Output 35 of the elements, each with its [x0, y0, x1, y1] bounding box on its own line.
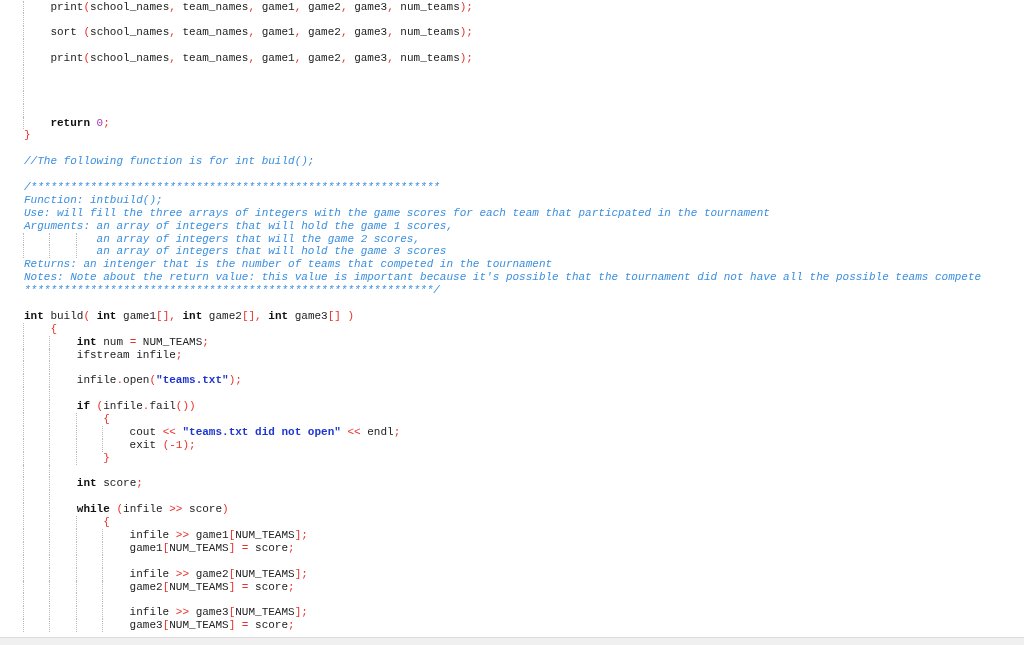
code-line: }	[24, 129, 31, 142]
code-line: Use: will fill the three arrays of integers with the game scores for each team that particpated in the tournament	[24, 206, 770, 219]
scrollbar-track[interactable]	[0, 637, 1024, 645]
code-line: an array of integers that will hold the game 3 scores	[95, 245, 447, 258]
code-line: Notes: Note about the return value: this value is important because it's possible that the tournament did not have all the possible teams compete	[24, 271, 982, 284]
code-line: infile.open("teams.txt");	[75, 374, 242, 387]
code-line: while (infile >> score)	[75, 503, 229, 516]
code-line: Arguments: an array of integers that will hold the game 1 scores,	[24, 219, 454, 232]
code-line: //The following function is for int build();	[24, 155, 315, 168]
code-line: infile >> game3[NUM_TEAMS];	[128, 606, 308, 619]
code-line: }	[102, 451, 110, 464]
code-line: print(school_names, team_names, game1, game2, game3, num_teams);	[49, 52, 473, 65]
code-line: game1[NUM_TEAMS] = score;	[128, 541, 295, 554]
code-line: game2[NUM_TEAMS] = score;	[128, 580, 295, 593]
code-line: an array of integers that will the game 2 scores,	[95, 232, 421, 245]
code-line: return 0;	[49, 116, 110, 129]
code-line: Function: intbuild();	[24, 193, 163, 206]
code-line: infile >> game2[NUM_TEAMS];	[128, 567, 308, 580]
code-line: {	[49, 322, 57, 335]
code-line: if (infile.fail())	[75, 400, 196, 413]
code-line: **************************************************************/	[24, 284, 440, 297]
code-line: int num = NUM_TEAMS;	[75, 335, 209, 348]
code-line: /**************************************************************	[24, 180, 440, 193]
code-line: print(school_names, team_names, game1, game2, game3, num_teams);	[49, 0, 473, 13]
code-line: {	[102, 516, 110, 529]
code-line: Returns: an intenger that is the number of teams that competed in the tournament	[24, 258, 553, 271]
code-line: exit (-1);	[128, 438, 196, 451]
code-line: cout << "teams.txt did not open" << endl;	[128, 425, 401, 438]
code-line: int build( int game1[], int game2[], int game3[] )	[24, 309, 355, 322]
code-line: {	[102, 413, 110, 425]
code-line: ifstream infile;	[75, 348, 183, 361]
code-line: sort (school_names, team_names, game1, game2, game3, num_teams);	[49, 26, 473, 39]
code-line: int score;	[75, 477, 143, 490]
code-line: infile >> game1[NUM_TEAMS];	[128, 529, 308, 541]
code-line: game3[NUM_TEAMS] = score;	[128, 619, 295, 632]
